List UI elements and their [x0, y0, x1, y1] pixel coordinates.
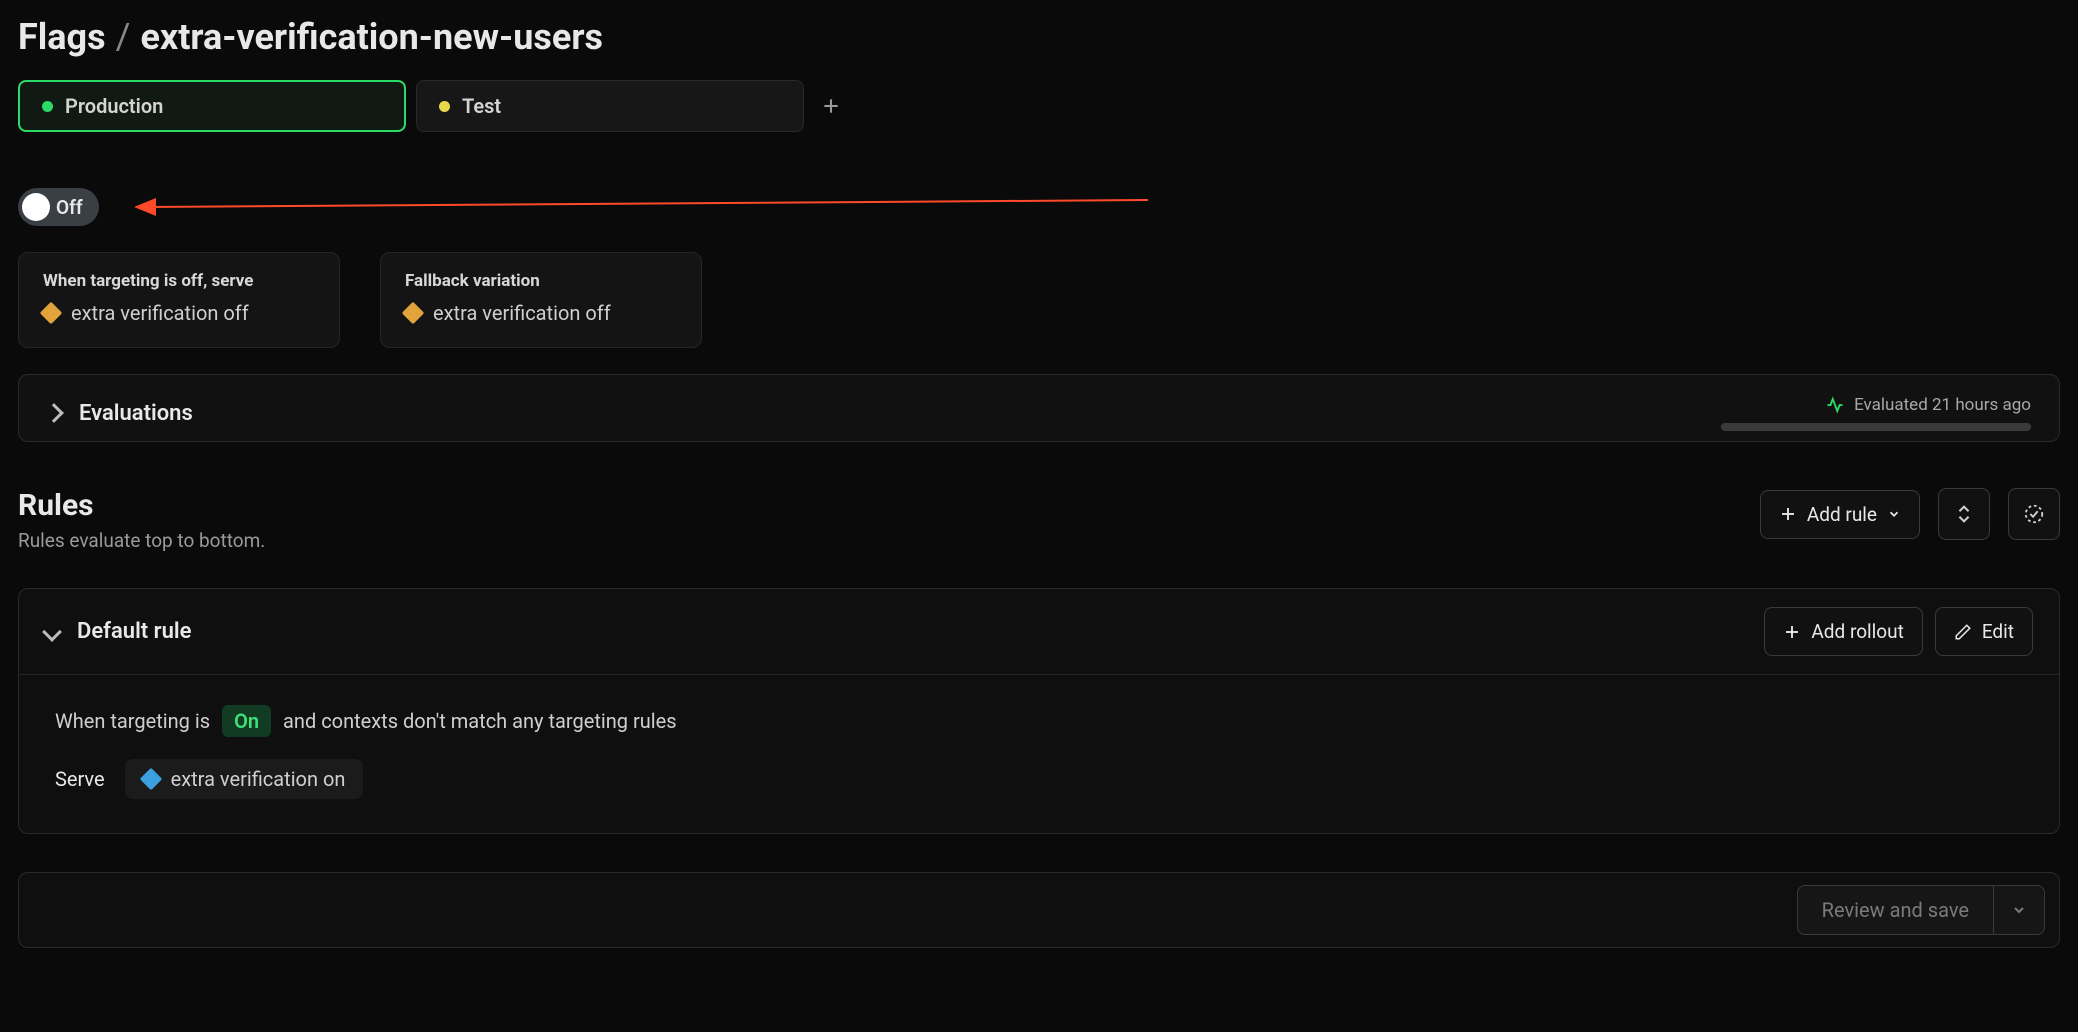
status-dot-icon	[42, 101, 53, 112]
variation-name: extra verification off	[71, 301, 249, 325]
pencil-icon	[1954, 623, 1972, 641]
toggle-knob-icon	[22, 193, 50, 221]
toggle-label: Off	[56, 196, 83, 219]
default-rule-toggle[interactable]: Default rule	[45, 619, 191, 644]
evaluations-last-text: Evaluated 21 hours ago	[1854, 395, 2031, 415]
chevron-down-icon	[1887, 507, 1901, 521]
env-tab-test[interactable]: Test	[416, 80, 804, 132]
add-rule-label: Add rule	[1807, 503, 1877, 526]
evaluations-title: Evaluations	[79, 401, 193, 426]
evaluations-meta: Evaluated 21 hours ago	[1826, 395, 2031, 415]
env-tab-label: Production	[65, 94, 163, 118]
breadcrumb-leaf: extra-verification-new-users	[140, 16, 603, 58]
variation-cards: When targeting is off, serve extra verif…	[18, 252, 2060, 348]
add-rollout-button[interactable]: Add rollout	[1764, 607, 1922, 656]
add-rollout-label: Add rollout	[1811, 620, 1903, 643]
card-title: When targeting is off, serve	[43, 271, 315, 291]
diamond-icon	[40, 302, 63, 325]
review-and-save-label: Review and save	[1822, 898, 1969, 922]
chevron-right-icon	[44, 403, 64, 423]
save-bar: Review and save	[18, 872, 2060, 948]
breadcrumb: Flags / extra-verification-new-users	[18, 16, 2060, 58]
serve-value-chip[interactable]: extra verification on	[125, 759, 364, 799]
diamond-icon	[139, 768, 162, 791]
rule-condition-text: When targeting is On and contexts don't …	[55, 705, 2023, 737]
save-dropdown-button[interactable]	[1993, 885, 2045, 935]
env-tab-production[interactable]: Production	[18, 80, 406, 132]
edit-label: Edit	[1982, 620, 2014, 643]
review-and-save-button[interactable]: Review and save	[1797, 885, 1993, 935]
plus-icon	[821, 96, 841, 116]
rules-header: Rules Rules evaluate top to bottom. Add …	[18, 488, 2060, 552]
collapse-icon	[1953, 503, 1975, 525]
card-title: Fallback variation	[405, 271, 677, 291]
targeting-toggle[interactable]: Off	[18, 188, 99, 226]
plus-icon	[1783, 623, 1801, 641]
collapse-all-button[interactable]	[1938, 488, 1990, 540]
add-environment-button[interactable]	[814, 89, 848, 123]
off-serve-card[interactable]: When targeting is off, serve extra verif…	[18, 252, 340, 348]
fallback-card[interactable]: Fallback variation extra verification of…	[380, 252, 702, 348]
rule-condition-suffix: and contexts don't match any targeting r…	[283, 709, 677, 733]
evaluations-bar	[1721, 423, 2031, 431]
arrow-line-icon	[148, 199, 1148, 208]
rules-title: Rules	[18, 488, 265, 523]
default-rule-title: Default rule	[77, 619, 191, 644]
diamond-icon	[402, 302, 425, 325]
breadcrumb-separator: /	[116, 16, 131, 58]
serve-value: extra verification on	[171, 767, 346, 791]
on-badge: On	[222, 705, 271, 737]
plus-icon	[1779, 505, 1797, 523]
evaluations-toggle[interactable]: Evaluations	[47, 401, 193, 426]
variation-name: extra verification off	[433, 301, 611, 325]
rule-condition-prefix: When targeting is	[55, 709, 210, 733]
add-rule-button[interactable]: Add rule	[1760, 490, 1920, 539]
default-rule-panel: Default rule Add rollout Edit When targe…	[18, 588, 2060, 834]
targeting-toggle-row: Off	[18, 188, 2060, 226]
chevron-down-icon	[42, 622, 62, 642]
serve-label: Serve	[55, 767, 105, 791]
rules-subtitle: Rules evaluate top to bottom.	[18, 529, 265, 552]
env-tab-label: Test	[462, 94, 501, 118]
status-dot-icon	[439, 101, 450, 112]
refresh-check-icon	[2023, 503, 2045, 525]
evaluations-panel: Evaluations Evaluated 21 hours ago	[18, 374, 2060, 442]
chevron-down-icon	[2011, 902, 2027, 918]
breadcrumb-root[interactable]: Flags	[18, 16, 106, 58]
activity-icon	[1826, 396, 1844, 414]
environment-tabs: Production Test	[18, 80, 2060, 132]
refresh-rules-button[interactable]	[2008, 488, 2060, 540]
edit-rule-button[interactable]: Edit	[1935, 607, 2033, 656]
